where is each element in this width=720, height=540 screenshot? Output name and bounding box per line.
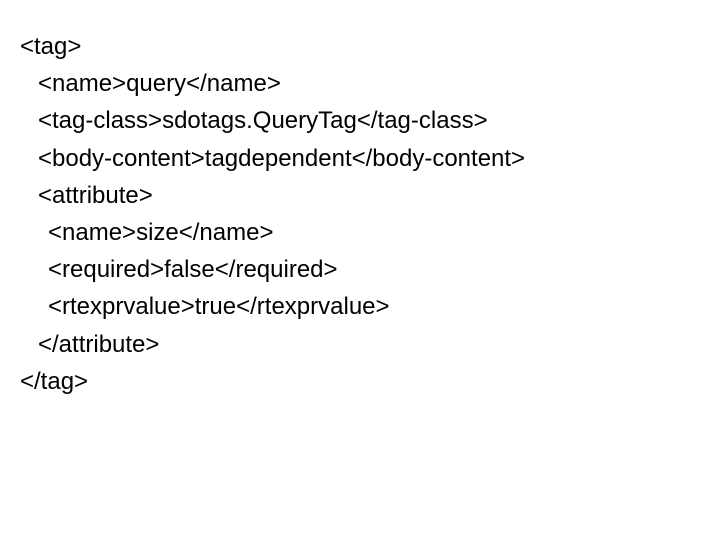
xml-code-block: <tag> <name>query</name> <tag-class>sdot… — [0, 0, 720, 400]
code-line-body-content: <body-content>tagdependent</body-content… — [20, 140, 700, 177]
code-line-name: <name>query</name> — [20, 65, 700, 102]
code-line-attr-required: <required>false</required> — [20, 251, 700, 288]
code-line-attribute-close: </attribute> — [20, 326, 700, 363]
code-line-attr-rtexprvalue: <rtexprvalue>true</rtexprvalue> — [20, 288, 700, 325]
code-line-tag-close: </tag> — [20, 363, 700, 400]
code-line-tag-open: <tag> — [20, 28, 700, 65]
code-line-tag-class: <tag-class>sdotags.QueryTag</tag-class> — [20, 102, 700, 139]
code-line-attr-name: <name>size</name> — [20, 214, 700, 251]
code-line-attribute-open: <attribute> — [20, 177, 700, 214]
